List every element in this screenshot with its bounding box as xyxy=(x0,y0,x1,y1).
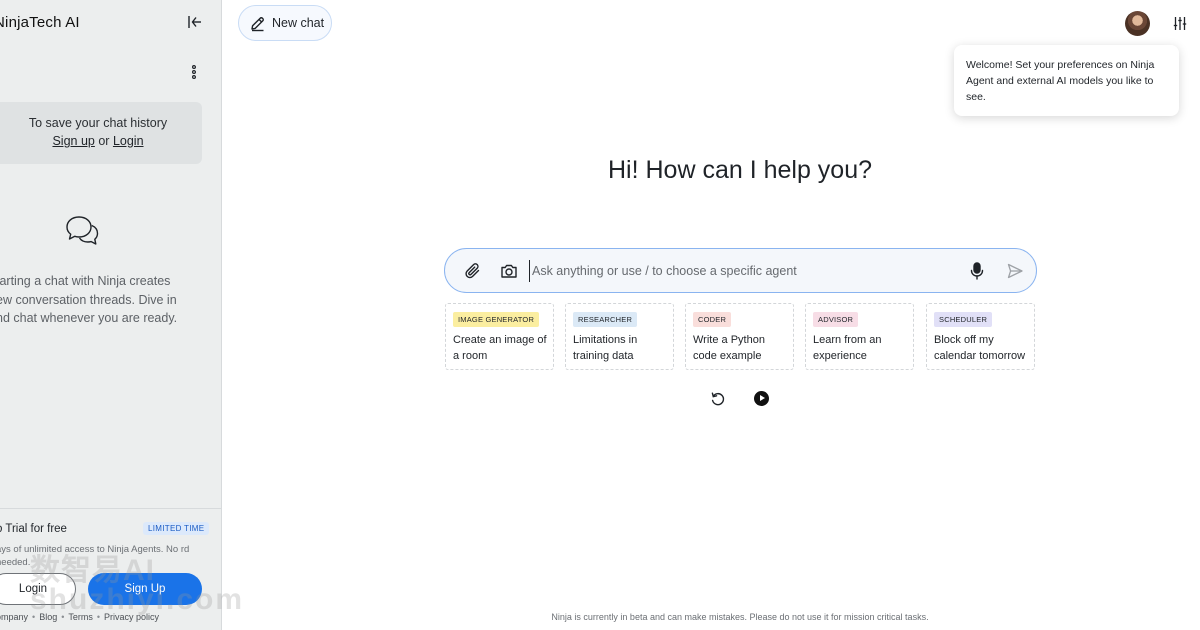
signup-button[interactable]: Sign Up xyxy=(88,573,202,605)
or-text: or xyxy=(94,134,113,148)
camera-icon[interactable] xyxy=(500,262,518,280)
promo-description: ays of unlimited access to Ninja Agents.… xyxy=(0,544,190,568)
refresh-suggestions-icon[interactable] xyxy=(710,391,726,407)
card-text: Limitations in training data xyxy=(573,334,638,362)
footer-link-blog[interactable]: Blog xyxy=(39,612,57,622)
auth-links: Sign up or Login xyxy=(0,134,202,148)
sign-up-link[interactable]: Sign up xyxy=(52,134,94,148)
footer-link-company[interactable]: ompany xyxy=(0,612,28,622)
page-title: Hi! How can I help you? xyxy=(607,156,873,184)
save-history-text: To save your chat history xyxy=(28,116,168,130)
collapse-sidebar-icon[interactable] xyxy=(186,13,204,31)
footer-links: ompany•Blog•Terms•Privacy policy xyxy=(0,612,159,622)
empty-state-text: tarting a chat with Ninja creates ew con… xyxy=(0,274,178,325)
preferences-tooltip: Welcome! Set your preferences on Ninja A… xyxy=(954,45,1179,116)
card-text: Create an image of a room xyxy=(453,334,547,362)
microphone-icon[interactable] xyxy=(969,261,985,281)
suggestion-card-scheduler[interactable]: SCHEDULER Block off my calendar tomorrow xyxy=(926,303,1035,370)
paperclip-icon[interactable] xyxy=(464,262,482,280)
prompt-bar xyxy=(444,248,1037,293)
chat-bubbles-icon xyxy=(64,214,100,248)
new-chat-button[interactable]: New chat xyxy=(238,5,332,41)
beta-disclaimer: Ninja is currently in beta and can make … xyxy=(551,612,929,622)
login-button[interactable]: Login xyxy=(0,573,76,605)
card-text: Learn from an experience xyxy=(813,334,882,362)
suggestion-card-coder[interactable]: CODER Write a Python code example xyxy=(685,303,794,370)
new-chat-label: New chat xyxy=(272,16,325,30)
card-tag: CODER xyxy=(693,312,732,327)
settings-sliders-icon[interactable] xyxy=(1173,16,1187,31)
card-tag: ADVISOR xyxy=(813,312,859,327)
login-link[interactable]: Login xyxy=(113,134,144,148)
suggestion-cards: IMAGE GENERATOR Create an image of a roo… xyxy=(444,303,1037,371)
suggestion-card-image-generator[interactable]: IMAGE GENERATOR Create an image of a roo… xyxy=(445,303,554,370)
avatar[interactable] xyxy=(1125,11,1150,36)
card-tag: RESEARCHER xyxy=(573,312,638,327)
more-options-icon[interactable] xyxy=(189,64,199,80)
save-history-box: To save your chat history Sign up or Log… xyxy=(0,102,202,164)
send-icon[interactable] xyxy=(1006,262,1024,280)
suggestion-card-advisor[interactable]: ADVISOR Learn from an experience xyxy=(805,303,914,370)
card-text: Block off my calendar tomorrow xyxy=(934,334,1026,362)
card-tag: IMAGE GENERATOR xyxy=(453,312,540,327)
footer-link-privacy[interactable]: Privacy policy xyxy=(104,612,159,622)
limited-time-badge: LIMITED TIME xyxy=(143,522,210,535)
card-tag: SCHEDULER xyxy=(934,312,993,327)
chat-input[interactable] xyxy=(529,260,949,282)
sidebar: NinjaTech AI To save your chat history S… xyxy=(0,0,222,630)
footer-link-terms[interactable]: Terms xyxy=(68,612,93,622)
brand-name: NinjaTech AI xyxy=(0,14,80,31)
pencil-icon xyxy=(249,15,266,32)
play-icon[interactable] xyxy=(754,391,769,406)
suggestion-card-researcher[interactable]: RESEARCHER Limitations in training data xyxy=(565,303,674,370)
card-text: Write a Python code example xyxy=(693,334,765,362)
promo-title: o Trial for free xyxy=(0,523,67,535)
